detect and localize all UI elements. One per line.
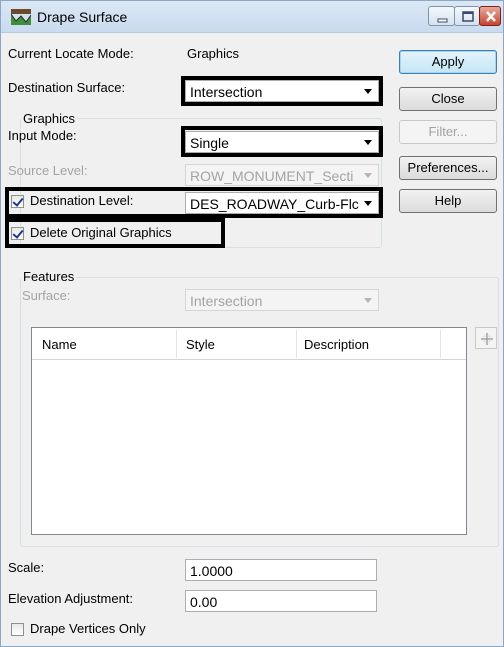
column-header-description[interactable]: Description (304, 337, 369, 352)
column-divider (176, 330, 177, 358)
locate-mode-label: Current Locate Mode: (8, 46, 134, 61)
highlight-destination-level (5, 187, 383, 218)
features-surface-value: Intersection (190, 293, 263, 309)
maximize-icon (462, 11, 474, 22)
highlight-input-mode (181, 126, 383, 157)
features-surface-dropdown[interactable]: Intersection (185, 289, 379, 311)
column-header-style[interactable]: Style (186, 337, 215, 352)
add-feature-button[interactable] (475, 327, 497, 349)
features-surface-label: Surface: (22, 288, 71, 303)
features-table[interactable]: Name Style Description (31, 327, 467, 535)
drape-vertices-only-checkbox[interactable] (11, 623, 24, 636)
drape-vertices-only-label: Drape Vertices Only (30, 621, 146, 636)
destination-surface-label: Destination Surface: (8, 80, 126, 95)
drape-surface-dialog: Drape Surface Current Locate Mode: Graph… (0, 0, 504, 647)
scale-label: Scale: (8, 560, 45, 575)
elevation-adjustment-value: 0.00 (190, 594, 218, 610)
maximize-button[interactable] (454, 6, 480, 26)
column-header-name[interactable]: Name (42, 337, 77, 352)
close-window-button[interactable] (479, 6, 501, 26)
input-mode-label: Input Mode: (8, 128, 77, 143)
filter-button[interactable]: Filter... (399, 120, 497, 144)
source-level-value: ROW_MONUMENT_Secti (190, 168, 354, 184)
drape-surface-app-icon (11, 9, 31, 25)
column-divider (440, 330, 441, 358)
highlight-destination-surface (181, 76, 383, 106)
highlight-delete-original (5, 218, 225, 248)
close-button[interactable]: Close (399, 87, 497, 111)
features-table-header: Name Style Description (32, 328, 466, 360)
locate-mode-value: Graphics (187, 46, 240, 61)
column-divider (296, 330, 297, 358)
elevation-adjustment-label: Elevation Adjustment: (8, 591, 134, 606)
chevron-down-icon (364, 298, 372, 303)
minimize-icon (437, 18, 448, 23)
graphics-group-label: Graphics (21, 111, 78, 126)
elevation-adjustment-input[interactable]: 0.00 (185, 590, 377, 612)
close-icon (486, 11, 496, 22)
preferences-button[interactable]: Preferences... (399, 156, 497, 180)
help-button[interactable]: Help (399, 189, 497, 213)
minimize-button[interactable] (428, 6, 455, 26)
plus-icon (481, 333, 493, 345)
scale-value: 1.0000 (190, 563, 233, 579)
scale-input[interactable]: 1.0000 (185, 559, 377, 581)
title-bar[interactable]: Drape Surface (1, 1, 503, 33)
features-group-label: Features (21, 269, 77, 284)
source-level-dropdown[interactable]: ROW_MONUMENT_Secti (185, 164, 379, 186)
apply-button[interactable]: Apply (399, 50, 497, 74)
source-level-label: Source Level: (8, 163, 88, 178)
window-title: Drape Surface (37, 9, 128, 25)
chevron-down-icon (364, 173, 372, 178)
